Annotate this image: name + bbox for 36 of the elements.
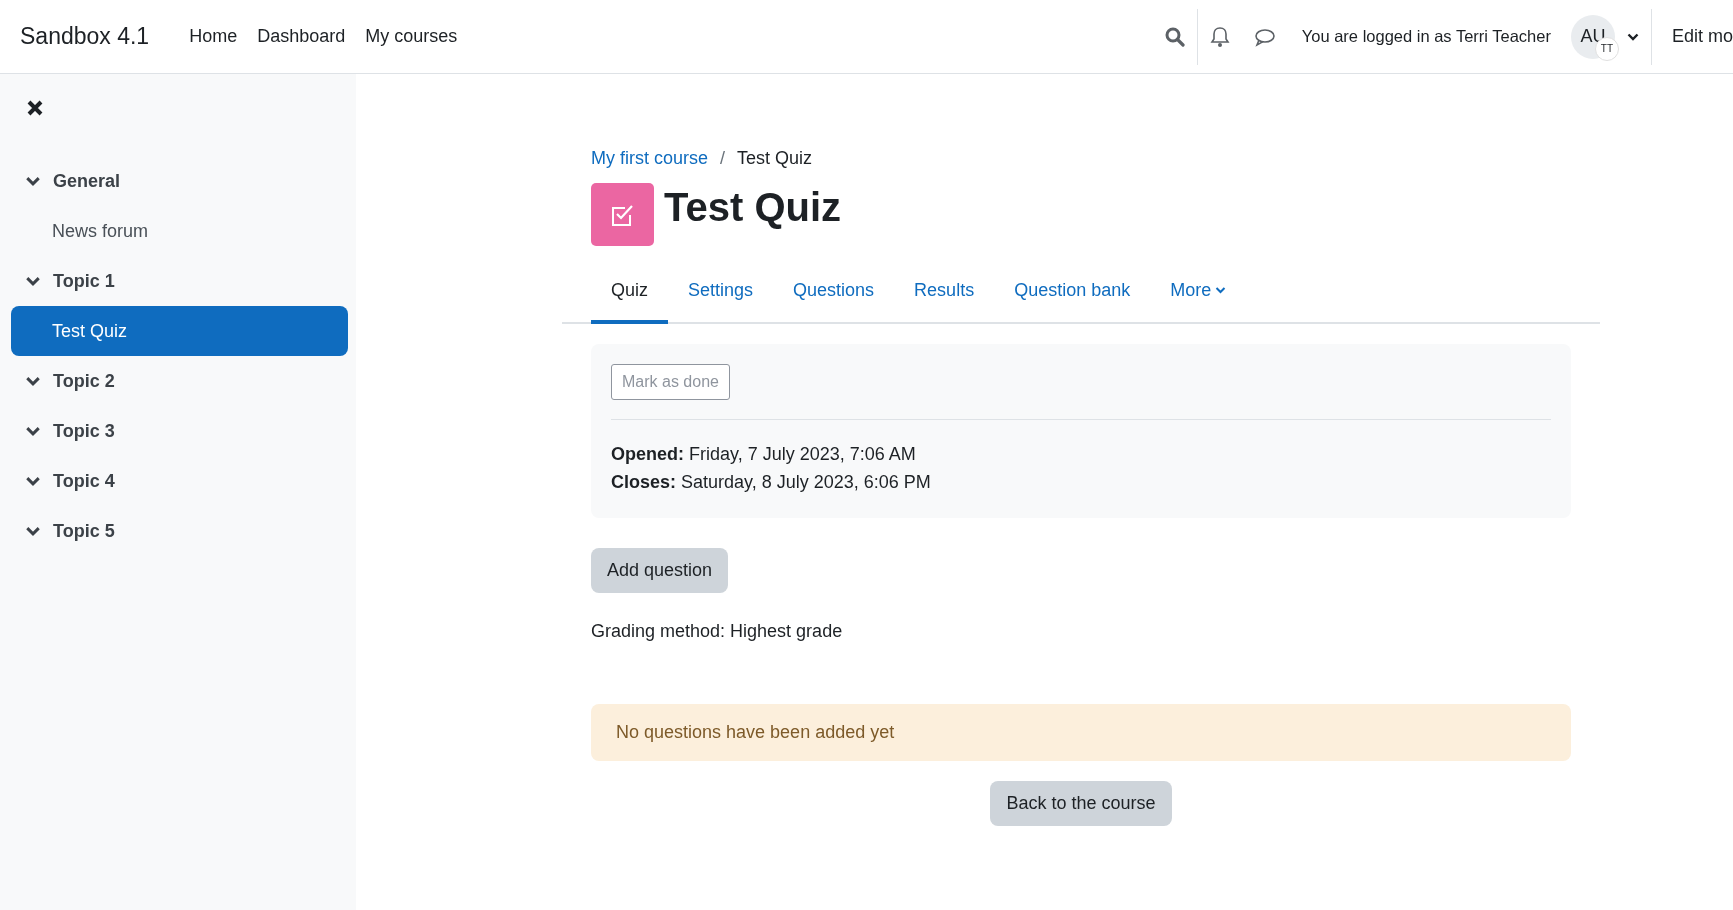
sidebar-item[interactable]: News forum: [11, 206, 348, 256]
grading-method-text: Grading method: Highest grade: [591, 621, 844, 642]
bell-icon[interactable]: [1209, 25, 1230, 48]
tab[interactable]: Settings: [668, 260, 774, 324]
tab[interactable]: Questions: [773, 260, 895, 324]
sidebar-item[interactable]: Test Quiz: [11, 306, 348, 356]
quiz-icon: [591, 183, 654, 246]
edit-mode-label[interactable]: Edit mo: [1671, 26, 1733, 47]
nav-link[interactable]: My courses: [365, 26, 458, 47]
page-title: Test Quiz: [664, 184, 842, 231]
search-icon[interactable]: [1164, 26, 1185, 47]
tab[interactable]: Quiz: [591, 260, 668, 324]
tab[interactable]: Results: [894, 260, 995, 324]
section-title[interactable]: Topic 2: [53, 370, 115, 392]
breadcrumb-current: Test Quiz: [737, 148, 813, 169]
section-title[interactable]: Topic 3: [53, 420, 115, 442]
date-line: Opened: Friday, 7 July 2023, 7:06 AM: [611, 443, 917, 466]
caret-icon[interactable]: [1626, 31, 1639, 42]
section-title[interactable]: Topic 1: [53, 270, 115, 292]
tab[interactable]: Question bank: [994, 260, 1151, 324]
breadcrumb-separator: /: [720, 148, 726, 169]
section-title[interactable]: General: [53, 170, 121, 192]
back-to-course-button[interactable]: Back to the course: [990, 781, 1172, 826]
chat-bubble-icon[interactable]: [1253, 26, 1276, 47]
close-icon[interactable]: [25, 98, 45, 118]
nav-link[interactable]: Dashboard: [257, 26, 346, 47]
notice-alert: No questions have been added yet: [591, 704, 1571, 761]
tab[interactable]: More: [1150, 260, 1247, 324]
add-question-button[interactable]: Add question: [591, 548, 729, 593]
nav-link[interactable]: Home: [189, 26, 238, 47]
section-title[interactable]: Topic 5: [53, 520, 115, 542]
date-line: Closes: Saturday, 8 July 2023, 6:06 PM: [611, 471, 932, 494]
breadcrumb-link[interactable]: My first course: [591, 148, 709, 169]
section-title[interactable]: Topic 4: [53, 470, 115, 492]
site-name[interactable]: Sandbox 4.1: [20, 23, 150, 50]
login-status-text: You are logged in as Terri Teacher: [1301, 27, 1551, 46]
